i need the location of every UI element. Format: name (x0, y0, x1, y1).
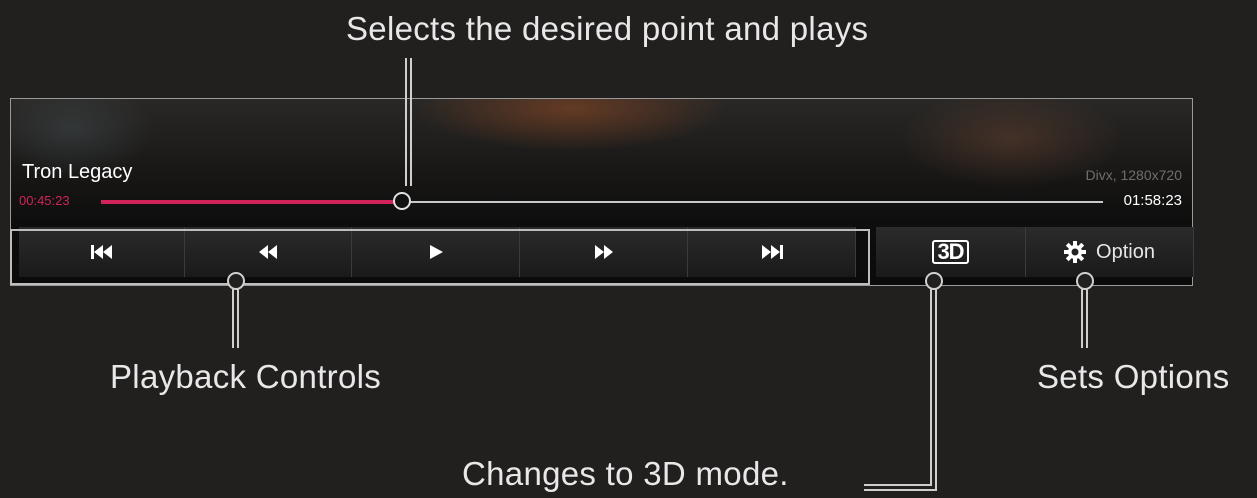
fast-forward-icon (594, 244, 614, 260)
3d-connector (864, 489, 937, 491)
video-title: Tron Legacy (22, 161, 133, 183)
option-label: Option (1096, 240, 1155, 263)
callout-playback: Playback Controls (110, 358, 382, 395)
play-button[interactable] (352, 227, 520, 277)
fast-forward-button[interactable] (520, 227, 688, 277)
skip-next-icon (761, 244, 783, 260)
seek-progress (101, 200, 402, 204)
options-connector (1081, 288, 1083, 348)
options-connector (1086, 288, 1088, 348)
callout-options: Sets Options (1037, 358, 1230, 395)
3d-connector (930, 288, 932, 485)
gear-icon (1064, 241, 1087, 263)
playback-connector (232, 288, 234, 348)
current-time: 00:45:23 (19, 193, 70, 208)
3d-connector (935, 288, 937, 490)
option-button[interactable]: Option (1026, 227, 1194, 277)
rewind-button[interactable] (185, 227, 352, 277)
3d-connector (864, 484, 932, 486)
playback-connector-knob (227, 272, 245, 290)
playback-connector (237, 288, 239, 348)
3d-mode-label: 3D (932, 240, 969, 264)
skip-previous-button[interactable] (19, 227, 185, 277)
callout-seek: Selects the desired point and plays (346, 10, 869, 47)
video-format: Divx, 1280x720 (1085, 167, 1182, 183)
options-connector-knob (1076, 272, 1094, 290)
play-icon (428, 244, 444, 260)
video-player: Tron Legacy Divx, 1280x720 00:45:23 01:5… (10, 98, 1194, 286)
control-spacer (856, 227, 876, 277)
callout-3d: Changes to 3D mode. (462, 455, 789, 492)
total-time: 01:58:23 (1123, 192, 1182, 209)
rewind-icon (258, 244, 278, 260)
seek-handle[interactable] (393, 192, 411, 210)
seek-connector (410, 58, 412, 186)
3d-connector-knob (925, 272, 943, 290)
3d-mode-button[interactable]: 3D (876, 227, 1026, 277)
seek-connector (405, 58, 407, 186)
control-spacer (11, 227, 19, 277)
seek-bar[interactable] (101, 192, 1103, 210)
skip-next-button[interactable] (688, 227, 856, 277)
control-bar: 3D Option (11, 227, 1194, 277)
skip-previous-icon (90, 244, 113, 260)
